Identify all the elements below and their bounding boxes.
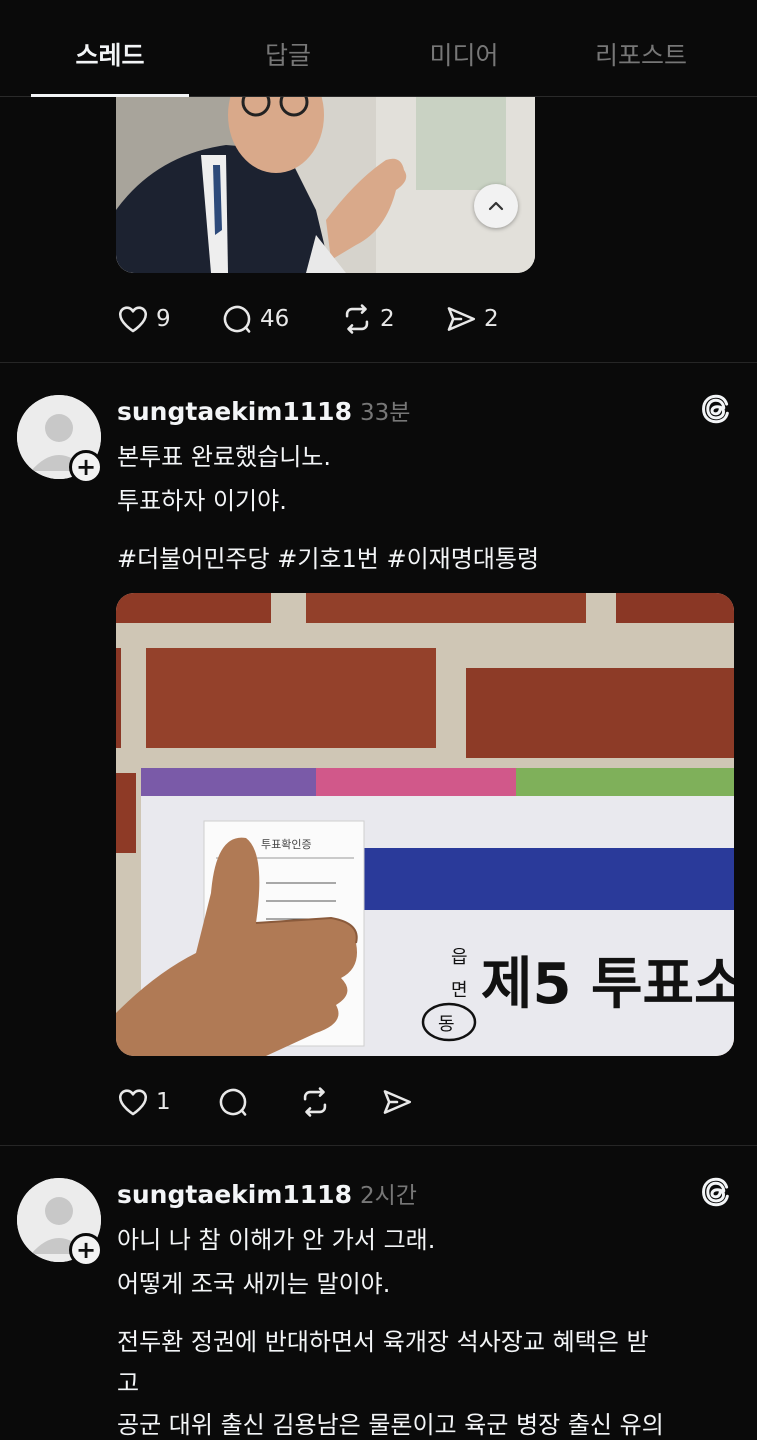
username-text[interactable]: sungtaekim1118 [117, 397, 352, 426]
post3-text-line: 아니 나 참 이해가 안 가서 그래. [117, 1226, 436, 1254]
threads-logo-icon[interactable] [699, 1175, 733, 1209]
profile-tabs: 스레드 답글 미디어 리포스트 [0, 0, 757, 97]
collapse-button[interactable] [474, 184, 518, 228]
comment-icon [223, 305, 251, 333]
comment-icon [219, 1088, 247, 1116]
tab-media[interactable]: 미디어 [384, 36, 544, 72]
repost-icon [345, 304, 369, 334]
post3-text-line: 공군 대위 출신 김용남은 물론이고 육군 병장 출신 유의 [117, 1411, 664, 1439]
username-text[interactable]: sungtaekim1118 [117, 1180, 352, 1209]
voucher-title: 투표확인증 [261, 838, 312, 851]
post2-actions: 1 [116, 1084, 440, 1120]
like-count: 9 [156, 306, 171, 332]
post2-photo: 투표확인증 읍 면 동 제5 투표소 [116, 593, 734, 1056]
post2-text-line: 본투표 완료했습니노. [117, 443, 331, 471]
post-divider [0, 362, 757, 363]
post3-username[interactable]: sungtaekim1118 2시간 [117, 1176, 417, 1210]
heart-icon [118, 306, 148, 333]
reply-count: 46 [260, 306, 290, 332]
post3-text-line: 전두환 정권에 반대하면서 육개장 석사장교 혜택은 받 [117, 1328, 649, 1356]
tab-replies[interactable]: 답글 [208, 36, 368, 72]
follow-plus-button[interactable]: + [69, 1233, 103, 1267]
sign-label-bottom: 동 [438, 1014, 455, 1035]
follow-plus-button[interactable]: + [69, 450, 103, 484]
post1-like-button[interactable]: 9 [116, 302, 220, 336]
post2-image[interactable]: 투표확인증 읍 면 동 제5 투표소 [116, 593, 734, 1056]
post2-repost-button[interactable] [298, 1085, 380, 1119]
tab-reposts[interactable]: 리포스트 [561, 36, 721, 72]
post2-share-button[interactable] [380, 1085, 440, 1119]
tab-threads[interactable]: 스레드 [30, 36, 190, 72]
post3-text-line: 고 [117, 1369, 140, 1397]
post-time: 33분 [359, 400, 411, 426]
post2-hashtags[interactable]: #더불어민주당 #기호1번 #이재명대통령 [117, 539, 539, 574]
post-time: 2시간 [359, 1183, 417, 1209]
share-icon [447, 307, 476, 331]
threads-logo-icon[interactable] [699, 392, 733, 426]
share-count: 2 [484, 306, 499, 332]
active-tab-indicator [31, 94, 189, 97]
chevron-up-icon [488, 201, 504, 211]
post1-repost-button[interactable]: 2 [340, 302, 444, 336]
share-icon [383, 1090, 412, 1114]
post2-reply-button[interactable] [216, 1085, 298, 1119]
sign-polling-station-text: 제5 투표소 [481, 952, 734, 1017]
sign-label-mid: 면 [451, 980, 468, 1001]
post-divider [0, 1145, 757, 1146]
post1-share-button[interactable]: 2 [444, 302, 524, 336]
post3-text-line: 어떻게 조국 새끼는 말이야. [117, 1270, 391, 1298]
post1-actions: 9 46 2 2 [116, 301, 524, 337]
heart-icon [118, 1089, 148, 1116]
like-count: 1 [156, 1089, 171, 1115]
post2-username[interactable]: sungtaekim1118 33분 [117, 393, 410, 427]
post2-text-line: 투표하자 이기야. [117, 487, 287, 515]
post1-reply-button[interactable]: 46 [220, 302, 340, 336]
repost-icon [303, 1087, 327, 1117]
sign-label-top: 읍 [451, 947, 468, 968]
repost-count: 2 [380, 306, 395, 332]
post2-like-button[interactable]: 1 [116, 1085, 216, 1119]
